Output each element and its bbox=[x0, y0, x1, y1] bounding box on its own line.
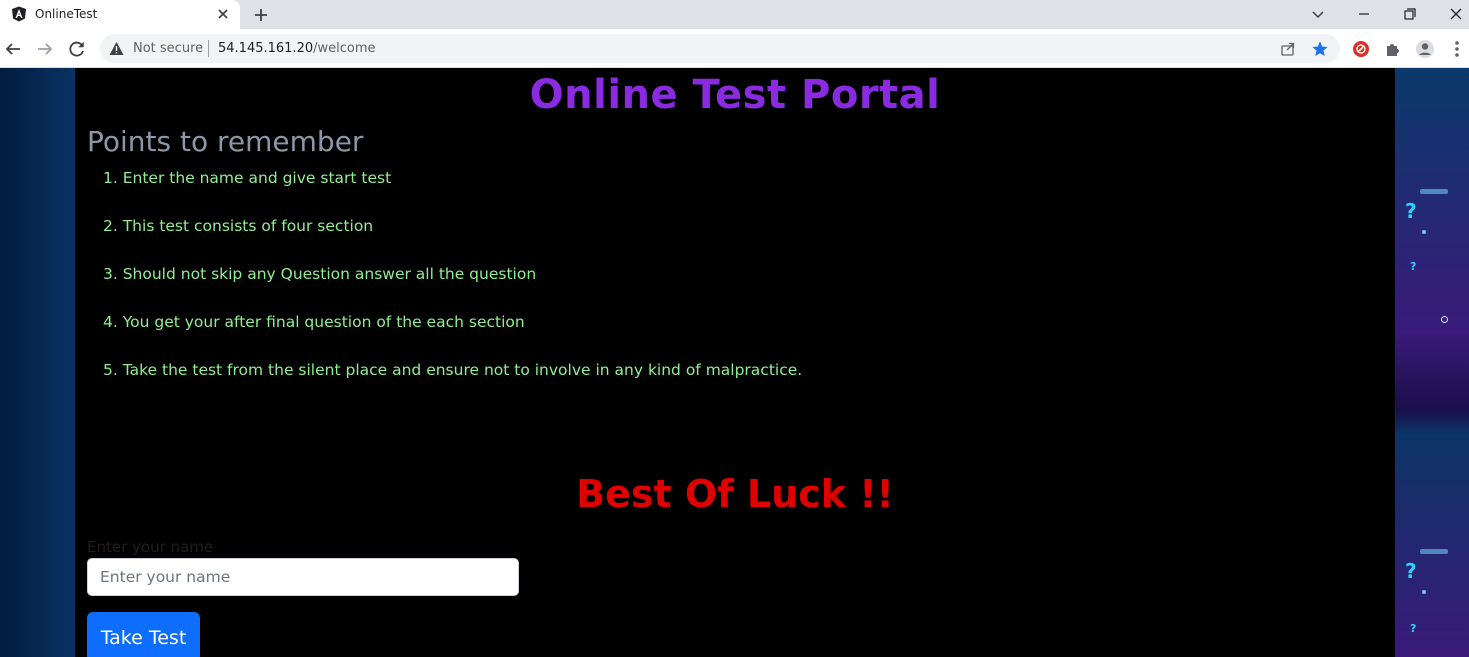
tab-title: OnlineTest bbox=[35, 7, 98, 21]
question-mark-icon: ? bbox=[1405, 199, 1417, 223]
not-secure-label: Not secure bbox=[133, 41, 204, 56]
question-mark-icon: ? bbox=[1410, 622, 1417, 635]
best-of-luck-text: Best Of Luck !! bbox=[576, 472, 894, 516]
back-icon[interactable] bbox=[2, 38, 24, 60]
url-text[interactable]: 54.145.161.20/welcome bbox=[218, 41, 376, 56]
decoration-bar bbox=[1420, 189, 1448, 194]
background-left bbox=[0, 68, 75, 657]
divider bbox=[208, 40, 209, 57]
decoration-dot bbox=[1422, 230, 1426, 234]
address-bar[interactable]: Not secure 54.145.161.20/welcome bbox=[100, 34, 1340, 63]
warning-icon[interactable] bbox=[109, 41, 124, 56]
main-content: Online Test Portal Points to remember 1.… bbox=[75, 68, 1395, 657]
plus-icon[interactable] bbox=[251, 5, 271, 25]
angular-icon bbox=[11, 6, 27, 22]
close-window-icon[interactable] bbox=[1445, 3, 1467, 25]
close-icon[interactable] bbox=[214, 5, 232, 23]
question-mark-icon: ? bbox=[1410, 260, 1417, 273]
star-icon[interactable] bbox=[1311, 40, 1329, 58]
decoration-ring bbox=[1441, 316, 1448, 323]
minimize-icon[interactable] bbox=[1353, 3, 1375, 25]
share-icon[interactable] bbox=[1279, 40, 1297, 58]
rule-item: 3. Should not skip any Question answer a… bbox=[103, 265, 537, 283]
rules-list: 1. Enter the name and give start test 2.… bbox=[103, 168, 802, 408]
forward-icon[interactable] bbox=[34, 38, 56, 60]
rule-item: 2. This test consists of four section bbox=[103, 217, 374, 235]
decoration-bar bbox=[1420, 549, 1448, 554]
name-input[interactable] bbox=[87, 558, 519, 596]
take-test-button[interactable]: Take Test bbox=[87, 612, 200, 657]
reload-icon[interactable] bbox=[66, 38, 88, 60]
name-label: Enter your name bbox=[87, 538, 214, 556]
background-right: ? ? ? ? bbox=[1395, 68, 1469, 657]
points-heading: Points to remember bbox=[87, 125, 364, 158]
url-host: 54.145.161.20 bbox=[218, 41, 314, 56]
browser-toolbar: Not secure 54.145.161.20/welcome bbox=[0, 29, 1469, 68]
page-viewport: ? ? ? ? Online Test Portal Points to rem… bbox=[0, 68, 1469, 657]
rule-item: 1. Enter the name and give start test bbox=[103, 169, 392, 187]
browser-tab[interactable]: OnlineTest bbox=[0, 0, 240, 29]
restore-icon[interactable] bbox=[1399, 3, 1421, 25]
page-title: Online Test Portal bbox=[529, 72, 941, 118]
rule-item: 5. Take the test from the silent place a… bbox=[103, 361, 803, 379]
rule-item: 4. You get your after final question of … bbox=[103, 313, 525, 331]
profile-icon[interactable] bbox=[1414, 38, 1436, 60]
more-icon[interactable] bbox=[1446, 38, 1468, 60]
extension-icon[interactable] bbox=[1350, 38, 1372, 60]
url-path: /welcome bbox=[313, 41, 376, 56]
puzzle-icon[interactable] bbox=[1382, 38, 1404, 60]
chevron-down-icon[interactable] bbox=[1307, 3, 1329, 25]
question-mark-icon: ? bbox=[1405, 559, 1417, 583]
browser-tab-strip: OnlineTest bbox=[0, 0, 1469, 29]
decoration-dot bbox=[1422, 590, 1426, 594]
